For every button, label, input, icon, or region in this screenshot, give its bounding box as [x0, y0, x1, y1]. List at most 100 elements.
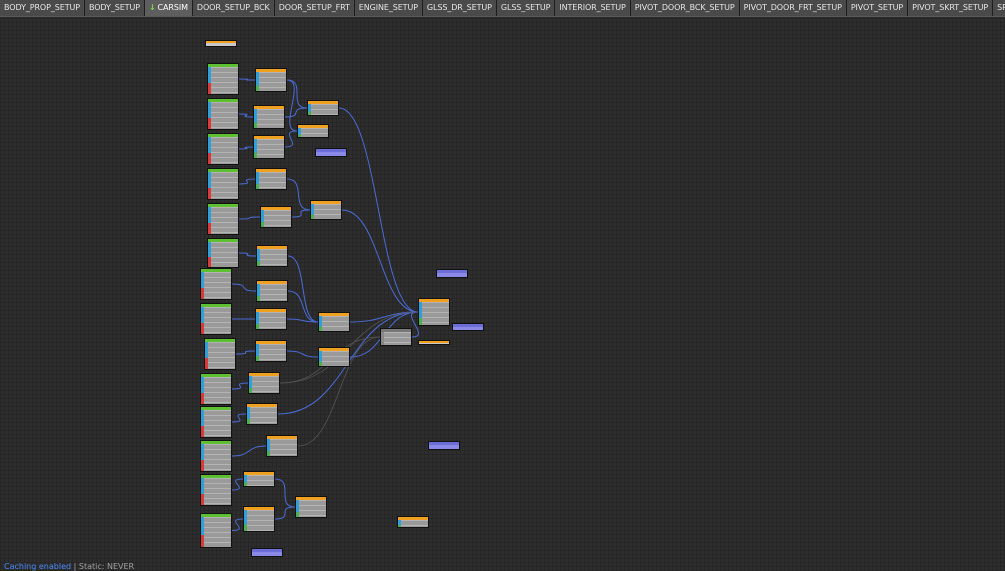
wire-s10-a10	[231, 382, 249, 390]
graph-node-n1[interactable]	[205, 40, 237, 47]
graph-node-m1[interactable]	[418, 298, 450, 326]
graph-node-s8[interactable]	[200, 303, 232, 335]
tab-label: PIVOT_SETUP	[850, 3, 904, 12]
wire-s13-a13	[231, 478, 244, 491]
graph-node-e1[interactable]	[397, 516, 429, 528]
graph-node-s2[interactable]	[207, 98, 239, 130]
wire-s3-a3	[238, 146, 254, 150]
graph-node-b4[interactable]	[318, 312, 350, 332]
graph-node-l2[interactable]	[436, 269, 468, 278]
graph-node-s5[interactable]	[207, 203, 239, 235]
graph-node-s7[interactable]	[200, 268, 232, 300]
tab-pivot-door-frt-setup[interactable]: PIVOT_DOOR_FRT_SETUP	[739, 0, 847, 16]
tab-label: DOOR_SETUP_BCK	[196, 3, 270, 12]
wire-a1-b2	[286, 79, 298, 132]
graph-node-bar2[interactable]	[418, 340, 450, 345]
graph-node-s11[interactable]	[200, 406, 232, 438]
graph-node-l1[interactable]	[315, 148, 347, 157]
tab-label: GLSS_SETUP	[500, 3, 551, 12]
wire-a9-b5	[286, 350, 319, 358]
tab-label: BODY_SETUP	[88, 3, 140, 12]
tab-label: ENGINE_SETUP	[358, 3, 418, 12]
green-down-arrow-icon: ↓	[148, 3, 156, 12]
wire-s12-a12	[231, 445, 267, 457]
graph-node-b6[interactable]	[295, 496, 327, 518]
tab-label: PIVOT_SKRT_SETUP	[912, 3, 989, 12]
tab-srk-setup[interactable]: SRK_SETUP	[993, 0, 1005, 16]
graph-node-a7[interactable]	[256, 280, 288, 302]
wire-a13-b6	[274, 478, 296, 508]
tab-label: PIVOT_DOOR_FRT_SETUP	[743, 3, 842, 12]
graph-node-s14[interactable]	[200, 513, 232, 548]
wire-a14-b6	[274, 506, 296, 520]
graph-node-b3[interactable]	[310, 200, 342, 220]
graph-node-s12[interactable]	[200, 440, 232, 472]
graph-node-l3[interactable]	[452, 323, 484, 331]
tab-pivot-setup[interactable]: PIVOT_SETUP	[846, 0, 909, 16]
wire-s6-a6	[238, 252, 257, 257]
caching-status: Caching enabled	[4, 562, 72, 571]
graph-node-a4[interactable]	[255, 168, 287, 190]
connection-wires	[231, 78, 419, 531]
graph-node-a9[interactable]	[255, 340, 287, 362]
graph-node-a5[interactable]	[260, 206, 292, 228]
tab-body-setup[interactable]: BODY_SETUP	[84, 0, 145, 16]
graph-node-a10[interactable]	[248, 372, 280, 394]
status-separator: |	[71, 562, 79, 571]
graph-node-a8[interactable]	[255, 308, 287, 330]
wire-a5-b3	[291, 209, 311, 218]
tab-glss-dr-setup[interactable]: GLSS_DR_SETUP	[422, 0, 497, 16]
tab-label: PIVOT_DOOR_BCK_SETUP	[634, 3, 735, 12]
graph-node-s9[interactable]	[204, 338, 236, 370]
wire-s1-a1	[238, 78, 256, 81]
tab-label: CARSIM	[157, 3, 188, 12]
tab-label: INTERIOR_SETUP	[559, 3, 626, 12]
graph-node-l4[interactable]	[428, 441, 460, 450]
tab-door-setup-frt[interactable]: DOOR_SETUP_FRT	[274, 0, 355, 16]
wire-s2-a2	[238, 113, 254, 118]
graph-node-s6[interactable]	[207, 238, 239, 268]
wire-s14-a14	[231, 518, 244, 531]
wire-a2-b1	[284, 107, 308, 118]
wire-b3-m1	[341, 209, 419, 313]
tab-pivot-skrt-setup[interactable]: PIVOT_SKRT_SETUP	[908, 0, 994, 16]
graph-node-b2[interactable]	[297, 124, 329, 138]
tab-carsim[interactable]: ↓ CARSIM	[144, 0, 193, 16]
graph-node-a3[interactable]	[253, 135, 285, 159]
tab-label: DOOR_SETUP_FRT	[278, 3, 350, 12]
graph-node-b5[interactable]	[318, 347, 350, 367]
graph-node-a12[interactable]	[266, 435, 298, 457]
tab-label: BODY_PROP_SETUP	[4, 3, 80, 12]
node-graph-canvas[interactable]	[0, 18, 1005, 571]
graph-node-s13[interactable]	[200, 474, 232, 506]
graph-node-b1[interactable]	[307, 100, 339, 116]
tab-label: GLSS_DR_SETUP	[426, 3, 492, 12]
graph-node-a13[interactable]	[243, 471, 275, 487]
graph-node-a2[interactable]	[253, 105, 285, 129]
wire-b1-m1	[338, 107, 419, 313]
wire-a7-b4	[287, 290, 319, 323]
graph-node-a1[interactable]	[255, 68, 287, 92]
graph-node-l5[interactable]	[251, 548, 283, 557]
graph-node-a11[interactable]	[246, 403, 278, 425]
tab-glss-setup[interactable]: GLSS_SETUP	[496, 0, 556, 16]
graph-node-a14[interactable]	[243, 506, 275, 532]
tab-pivot-door-bck-setup[interactable]: PIVOT_DOOR_BCK_SETUP	[630, 0, 740, 16]
wire-s4-a4	[238, 178, 256, 185]
graph-node-a6[interactable]	[256, 245, 288, 267]
graph-node-s1[interactable]	[207, 63, 239, 95]
tab-door-setup-bck[interactable]: DOOR_SETUP_BCK	[192, 0, 275, 16]
wire-s11-a11	[231, 413, 247, 423]
graph-node-g1[interactable]	[380, 328, 412, 346]
graph-node-s3[interactable]	[207, 133, 239, 165]
graph-node-s4[interactable]	[207, 168, 239, 200]
tab-interior-setup[interactable]: INTERIOR_SETUP	[555, 0, 631, 16]
graph-node-s10[interactable]	[200, 373, 232, 405]
status-bar: Caching enabled | Static: NEVER	[4, 562, 134, 571]
tab-label: SRK_SETUP	[997, 3, 1005, 12]
static-status: Static: NEVER	[78, 562, 135, 571]
tab-engine-setup[interactable]: ENGINE_SETUP	[354, 0, 423, 16]
tab-body-prop-setup[interactable]: BODY_PROP_SETUP	[0, 0, 85, 16]
wire-s9-a9	[235, 350, 256, 355]
wire-s7-a7	[231, 283, 257, 292]
